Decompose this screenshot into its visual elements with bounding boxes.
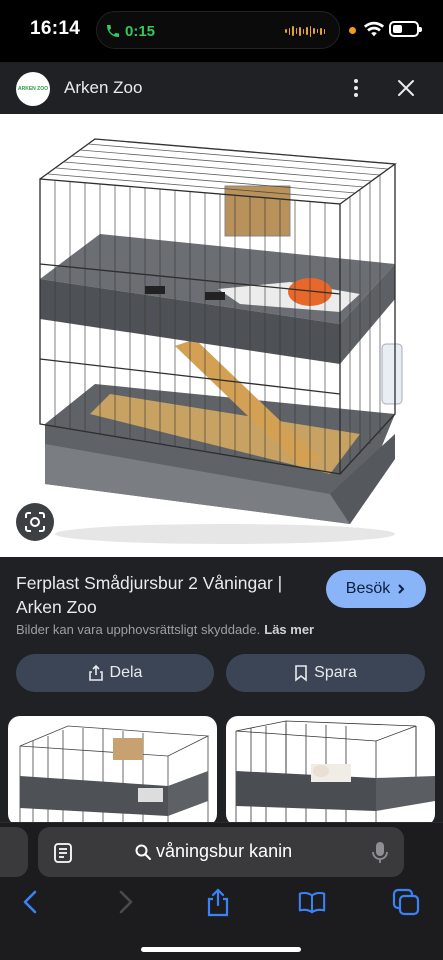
share-icon <box>88 664 103 681</box>
source-header: ARKEN ZOO Arken Zoo <box>0 62 443 114</box>
address-bar[interactable]: våningsbur kanin <box>38 827 404 877</box>
site-logo[interactable]: ARKEN ZOO <box>16 72 50 106</box>
status-bar: 16:14 0:15 <box>0 0 443 62</box>
forward-button[interactable] <box>112 887 140 917</box>
result-info: Ferplast Smådjursbur 2 Våningar | Arken … <box>0 557 443 712</box>
back-icon <box>23 890 37 914</box>
product-image[interactable] <box>0 114 443 557</box>
visit-button[interactable]: Besök <box>326 570 426 608</box>
google-lens-button[interactable] <box>16 503 54 541</box>
lens-icon <box>25 512 45 532</box>
search-query[interactable]: våningsbur kanin <box>134 841 292 862</box>
audio-wave-icon <box>285 25 325 37</box>
previous-tab-preview[interactable] <box>0 827 28 877</box>
related-image-2[interactable] <box>226 716 435 822</box>
close-icon[interactable] <box>396 78 416 98</box>
search-icon <box>135 844 151 860</box>
tabs-button[interactable] <box>392 887 420 917</box>
result-title[interactable]: Ferplast Smådjursbur 2 Våningar | Arken … <box>16 571 316 619</box>
back-button[interactable] <box>16 887 44 917</box>
call-duration: 0:15 <box>125 22 156 40</box>
mic-icon[interactable] <box>372 841 388 865</box>
tabs-icon <box>392 888 420 916</box>
bookmarks-icon <box>298 892 326 914</box>
home-indicator[interactable] <box>141 947 301 952</box>
save-button[interactable]: Spara <box>226 654 425 692</box>
bookmarks-button[interactable] <box>298 887 326 917</box>
forward-icon <box>119 890 133 914</box>
share-icon <box>207 888 229 917</box>
site-name[interactable]: Arken Zoo <box>64 78 142 98</box>
mic-in-use-indicator <box>349 27 356 34</box>
cage-illustration <box>39 138 403 544</box>
call-indicator[interactable]: 0:15 <box>105 20 155 42</box>
wifi-icon <box>363 21 385 37</box>
browser-toolbar: våningsbur kanin <box>0 822 443 960</box>
copyright-notice: Bilder kan vara upphovsrättsligt skyddad… <box>16 622 315 637</box>
share-page-button[interactable] <box>204 887 232 917</box>
related-image-1[interactable] <box>8 716 217 822</box>
battery-icon <box>389 21 422 37</box>
status-time: 16:14 <box>30 18 81 39</box>
phone-icon <box>107 25 119 37</box>
more-icon[interactable] <box>348 77 364 99</box>
bookmark-icon <box>295 665 307 682</box>
dynamic-island[interactable]: 0:15 <box>96 11 340 49</box>
chevron-right-icon <box>398 584 405 594</box>
read-more-link[interactable]: Läs mer <box>264 622 314 637</box>
share-button[interactable]: Dela <box>16 654 214 692</box>
related-images <box>0 712 443 822</box>
reader-icon[interactable] <box>52 842 74 864</box>
